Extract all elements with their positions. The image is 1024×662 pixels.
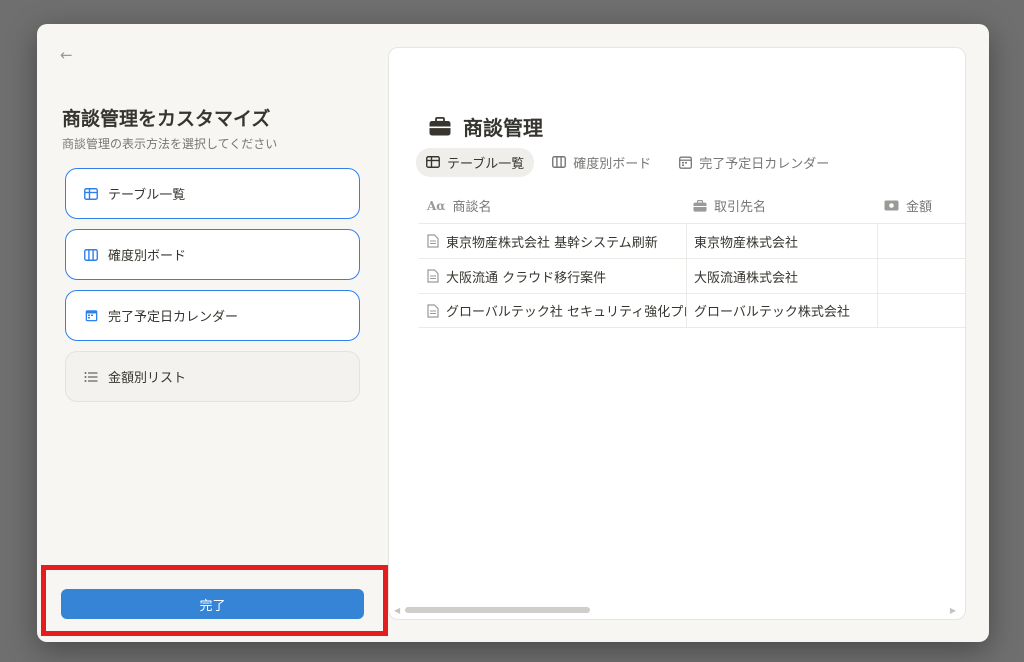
customize-modal: ← 商談管理をカスタマイズ 商談管理の表示方法を選択してください テーブル一覧 … xyxy=(37,24,989,642)
column-label: 取引先名 xyxy=(714,200,767,215)
list-icon xyxy=(83,369,99,385)
preview-table: Aα 商談名 取引先名 金額 東京物産株式会社 基幹システム刷新 東京物産株式会… xyxy=(419,188,965,328)
option-list-view[interactable]: 金額別リスト xyxy=(65,351,360,402)
option-label: テーブル一覧 xyxy=(108,188,186,203)
tab-label: 確度別ボード xyxy=(573,156,652,172)
table-row[interactable]: グローバルテック社 セキュリティ強化プロジェクト グローバルテック株式会社 xyxy=(419,293,965,328)
page-icon xyxy=(427,303,439,318)
table-icon xyxy=(83,186,99,202)
column-header-client[interactable]: 取引先名 xyxy=(686,188,877,223)
calendar-icon xyxy=(83,308,99,324)
database-title-text: 商談管理 xyxy=(463,116,543,140)
option-calendar-view[interactable]: 完了予定日カレンダー xyxy=(65,290,360,341)
preview-panel: 商談管理 テーブル一覧 確度別ボード 完了予定日カレンダー Aα 商談名 取引先… xyxy=(388,47,966,620)
horizontal-scrollbar[interactable]: ◀ ▶ xyxy=(392,604,962,616)
tab-label: 完了予定日カレンダー xyxy=(699,156,830,172)
done-button[interactable]: 完了 xyxy=(61,589,364,619)
cell-name[interactable]: 大阪流通 クラウド移行案件 xyxy=(419,259,686,293)
option-label: 金額別リスト xyxy=(108,371,187,386)
row-name: 東京物産株式会社 基幹システム刷新 xyxy=(446,235,658,251)
row-name: 大阪流通 クラウド移行案件 xyxy=(446,270,607,286)
cell-client[interactable]: 東京物産株式会社 xyxy=(686,224,877,258)
back-arrow-icon[interactable]: ← xyxy=(60,44,73,66)
page-icon xyxy=(427,234,439,248)
option-board-view[interactable]: 確度別ボード xyxy=(65,229,360,280)
cell-name[interactable]: グローバルテック社 セキュリティ強化プロジェクト xyxy=(419,294,686,327)
text-property-icon: Aα xyxy=(427,198,446,213)
tab-calendar-view[interactable]: 完了予定日カレンダー xyxy=(669,148,839,177)
scroll-thumb[interactable] xyxy=(405,607,590,613)
briefcase-icon xyxy=(429,117,451,136)
cell-client[interactable]: 大阪流通株式会社 xyxy=(686,259,877,293)
modal-title: 商談管理をカスタマイズ xyxy=(62,108,271,130)
tab-table-view[interactable]: テーブル一覧 xyxy=(416,147,535,177)
column-label: 商談名 xyxy=(452,200,492,215)
cell-name[interactable]: 東京物産株式会社 基幹システム刷新 xyxy=(419,224,686,258)
money-icon xyxy=(884,200,899,211)
cell-amount[interactable] xyxy=(877,294,965,327)
table-row[interactable]: 大阪流通 クラウド移行案件 大阪流通株式会社 xyxy=(419,258,965,293)
table-icon xyxy=(426,156,440,168)
option-table-view[interactable]: テーブル一覧 xyxy=(65,168,360,219)
board-icon xyxy=(552,156,567,168)
page-icon xyxy=(427,269,439,283)
calendar-icon xyxy=(679,156,693,169)
scroll-right-arrow-icon[interactable]: ▶ xyxy=(950,606,956,615)
option-label: 確度別ボード xyxy=(108,249,187,264)
option-label: 完了予定日カレンダー xyxy=(108,310,239,325)
cell-client[interactable]: グローバルテック株式会社 xyxy=(686,294,877,327)
cell-amount[interactable] xyxy=(877,259,965,293)
column-header-name[interactable]: Aα 商談名 xyxy=(419,188,686,223)
column-header-amount[interactable]: 金額 xyxy=(877,188,965,223)
cell-amount[interactable] xyxy=(877,224,965,258)
tab-board-view[interactable]: 確度別ボード xyxy=(542,148,661,177)
table-header: Aα 商談名 取引先名 金額 xyxy=(419,188,965,223)
left-panel: ← 商談管理をカスタマイズ 商談管理の表示方法を選択してください テーブル一覧 … xyxy=(37,24,388,642)
briefcase-icon xyxy=(693,199,707,212)
column-label: 金額 xyxy=(906,200,933,215)
view-tabs: テーブル一覧 確度別ボード 完了予定日カレンダー xyxy=(416,147,847,177)
database-title: 商談管理 xyxy=(429,112,543,141)
table-row[interactable]: 東京物産株式会社 基幹システム刷新 東京物産株式会社 xyxy=(419,223,965,258)
scroll-left-arrow-icon[interactable]: ◀ xyxy=(394,606,400,615)
modal-subtitle: 商談管理の表示方法を選択してください xyxy=(62,137,278,151)
board-icon xyxy=(83,247,99,263)
tab-label: テーブル一覧 xyxy=(447,156,525,172)
row-name: グローバルテック社 セキュリティ強化プロジェクト xyxy=(446,305,686,320)
